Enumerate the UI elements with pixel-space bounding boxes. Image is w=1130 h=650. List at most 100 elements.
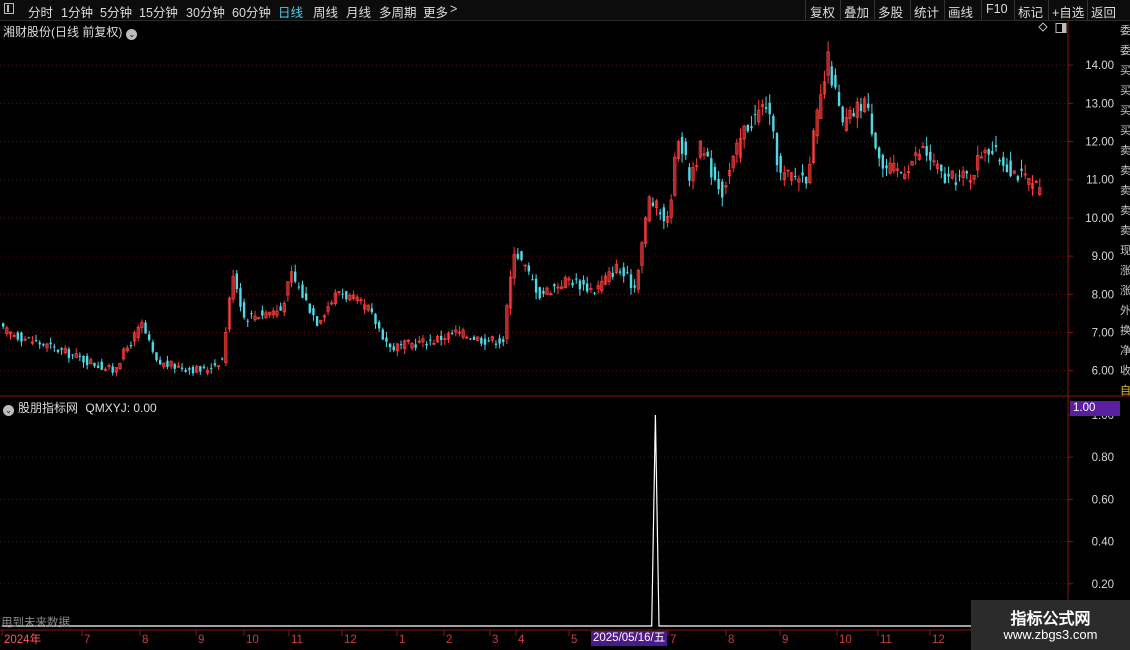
candle-down: [221, 358, 224, 360]
chevron-right-icon[interactable]: >: [450, 2, 457, 16]
candle-down: [874, 132, 877, 149]
candle-down: [527, 265, 530, 272]
period-tab[interactable]: 分时: [28, 2, 53, 21]
period-tab[interactable]: 周线: [313, 2, 338, 21]
candle-down: [49, 342, 52, 345]
candle-down: [155, 352, 158, 361]
candle-down: [578, 280, 582, 290]
toolbar-action-button[interactable]: 叠加: [844, 2, 869, 21]
period-tab[interactable]: 5分钟: [100, 2, 132, 21]
y-tick-label: 10.00: [1085, 213, 1114, 225]
candle-down: [100, 361, 103, 370]
candle-down: [191, 366, 195, 374]
diamond-icon: [1038, 22, 1048, 32]
candle-down: [1016, 176, 1020, 181]
toolbar-separator: [1014, 0, 1015, 20]
candle-down: [498, 338, 501, 344]
candle-down: [85, 355, 89, 366]
candle-down: [1002, 157, 1005, 166]
right-strip-label: 收: [1120, 365, 1130, 377]
right-strip-label: 委: [1120, 45, 1130, 57]
toolbar-action-button[interactable]: +自选: [1052, 2, 1084, 21]
candle-down: [520, 251, 523, 261]
candle-down: [768, 102, 771, 115]
candle-down: [859, 104, 863, 112]
candle-down: [1005, 164, 1009, 173]
toolbar-action-button[interactable]: 画线: [948, 2, 973, 21]
candle-down: [516, 253, 520, 259]
candle-down: [710, 158, 713, 178]
candle-down: [414, 344, 417, 348]
candle-down: [377, 321, 381, 329]
toolbar-action-button[interactable]: 统计: [914, 2, 939, 21]
candle-down: [801, 172, 804, 176]
candle-down: [180, 367, 184, 369]
period-tab[interactable]: 30分钟: [186, 2, 225, 21]
candle-down: [870, 113, 874, 135]
watermark-title: 指标公式网: [1010, 611, 1091, 628]
candle-down: [246, 320, 249, 322]
candle-down: [575, 278, 578, 280]
indicator-value-badge: 1.00: [1070, 401, 1120, 416]
candle-down: [965, 171, 968, 174]
right-strip-label: 换: [1120, 325, 1130, 337]
toolbar-action-button[interactable]: F10: [986, 2, 1008, 16]
candle-down: [38, 342, 41, 345]
toolbar-action-button[interactable]: 复权: [810, 2, 835, 21]
toolbar-action-button[interactable]: 返回: [1091, 2, 1116, 21]
candle-down: [381, 329, 384, 340]
toolbar-action-button[interactable]: 标记: [1018, 2, 1043, 21]
candle-down: [629, 274, 633, 288]
candle-down: [1009, 160, 1012, 177]
right-strip-label: 外: [1120, 305, 1130, 317]
candle-down: [925, 146, 928, 156]
candle-down: [184, 370, 187, 372]
candle-down: [531, 279, 534, 281]
candle-down: [301, 284, 304, 298]
time-axis-label: 1: [399, 634, 405, 646]
period-tab[interactable]: 更多: [423, 2, 448, 21]
candle-down: [618, 271, 622, 273]
candle-down: [82, 356, 85, 363]
candle-down: [148, 334, 151, 340]
candle-down: [998, 159, 1001, 162]
candle-down: [805, 177, 808, 184]
candle-down: [837, 92, 841, 106]
candle-down: [987, 149, 990, 155]
time-axis-label: 4: [518, 634, 525, 646]
period-tab[interactable]: 60分钟: [232, 2, 271, 21]
right-info-strip: 委委买买买买卖卖卖卖卖现涨涨外换净收自: [1120, 21, 1130, 631]
y-tick-label: 7.00: [1092, 328, 1114, 340]
candle-down: [60, 348, 63, 350]
toolbar-action-button[interactable]: 多股: [878, 2, 903, 21]
candle-down: [713, 167, 717, 180]
panel-layout-icon-fill: [1062, 24, 1066, 32]
candle-down: [502, 339, 505, 343]
candle-down: [20, 332, 23, 342]
y-tick-label: 11.00: [1086, 175, 1114, 187]
kline-chart[interactable]: 14.0013.0012.0011.0010.009.008.007.006.0…: [0, 21, 1130, 650]
candle-down: [210, 367, 213, 369]
candle-down: [929, 151, 932, 161]
period-tab[interactable]: 月线: [346, 2, 371, 21]
candle-down: [958, 175, 961, 177]
period-tab[interactable]: 多周期: [379, 2, 417, 21]
candle-down: [199, 366, 202, 372]
period-tab[interactable]: 15分钟: [139, 2, 178, 21]
candle-down: [202, 366, 206, 369]
right-strip-label: 买: [1120, 105, 1130, 117]
time-axis-label: 8: [142, 634, 148, 646]
toolbar-separator: [874, 0, 875, 20]
candle-down: [425, 343, 428, 346]
candle-down: [538, 287, 541, 299]
period-tab[interactable]: 日线: [278, 2, 303, 21]
right-strip-label: 买: [1120, 65, 1130, 77]
period-tab[interactable]: 1分钟: [61, 2, 93, 21]
panel-toggle-icon[interactable]: [4, 3, 14, 14]
indicator-tick-label: 0.20: [1092, 579, 1114, 591]
candle-down: [279, 306, 282, 311]
candle-down: [772, 115, 775, 132]
candle-down: [67, 349, 71, 359]
candle-down: [684, 141, 687, 156]
time-axis-label: 9: [198, 634, 204, 646]
